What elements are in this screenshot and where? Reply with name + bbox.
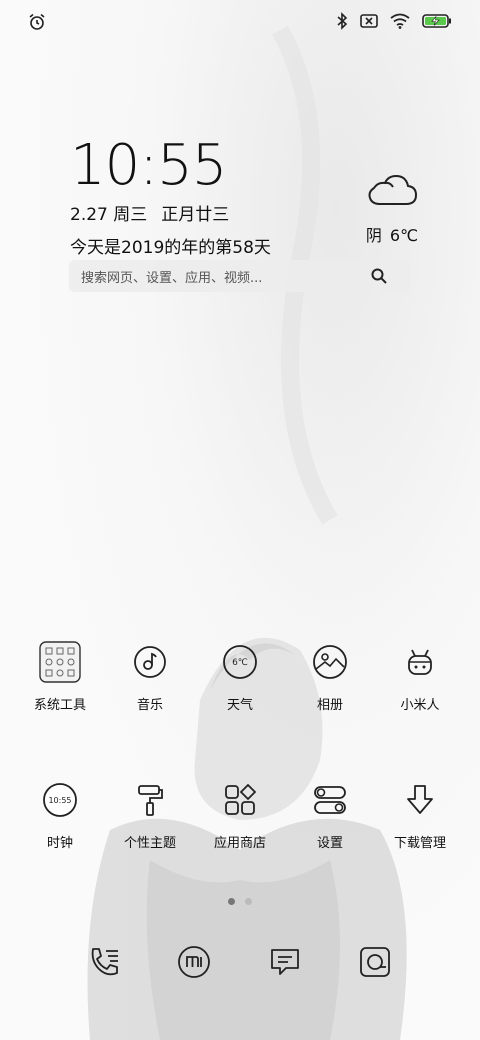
weather-icon: 6℃ [218,640,262,684]
page-dot [245,898,252,905]
app-label: 下载管理 [393,836,446,851]
gallery-icon [308,640,352,684]
lunar-date: 正月廿三 [161,205,230,225]
wifi-icon [390,13,410,29]
app-weather[interactable]: 6℃ 天气 [195,640,285,713]
search-placeholder: 搜索网页、设置、应用、视频... [81,271,263,286]
app-clock[interactable]: 10:55 时钟 [15,778,105,851]
app-label: 应用商店 [213,836,266,851]
app-row-2: 10:55 时钟 个性主题 应用商店 设置 下载管理 [0,778,480,888]
mi-browser-icon [177,945,211,983]
dock-browser[interactable] [174,944,214,984]
messages-icon [268,945,302,983]
app-music[interactable]: 音乐 [105,640,195,713]
settings-icon [308,778,352,822]
app-label: 设置 [316,836,343,851]
page-dot-active [228,898,235,905]
dock-camera[interactable] [355,944,395,984]
weather-app-temp: 6℃ [232,658,248,668]
mi-bunny-icon [398,640,442,684]
cloud-icon [366,174,418,214]
camera-icon [358,945,392,983]
app-label: 系统工具 [33,698,86,713]
dock-messages[interactable] [265,944,305,984]
weather-condition: 阴 [365,226,382,245]
app-label: 小米人 [400,698,440,713]
dock-phone[interactable] [84,944,124,984]
app-mi-bunny[interactable]: 小米人 [375,640,465,713]
app-label: 相册 [316,698,343,713]
alarm-icon [28,13,46,31]
date: 2.27 周三 [70,205,148,225]
app-label: 个性主题 [123,836,176,851]
app-row-1: 系统工具 音乐 6℃ 天气 相册 小米人 [0,640,480,750]
app-system-tools[interactable]: 系统工具 [15,640,105,713]
battery-charging-icon [422,14,452,28]
clock-app-time: 10:55 [48,796,71,805]
themes-icon [128,778,172,822]
page-indicator [0,898,480,905]
app-settings[interactable]: 设置 [285,778,375,851]
dock [0,944,480,988]
search-icon[interactable] [371,268,387,288]
status-bar [0,0,480,44]
weather-widget[interactable]: 阴 6℃ [360,170,424,246]
app-store[interactable]: 应用商店 [195,778,285,851]
app-themes[interactable]: 个性主题 [105,778,195,851]
search-bar[interactable]: 搜索网页、设置、应用、视频... [69,260,411,292]
app-label: 时钟 [46,836,73,851]
app-label: 音乐 [136,698,163,713]
system-tools-folder-icon [38,640,82,684]
weather-temp: 6℃ [389,226,419,245]
app-downloads[interactable]: 下载管理 [375,778,465,851]
bluetooth-icon [336,12,348,30]
app-store-icon [218,778,262,822]
music-icon [128,640,172,684]
app-gallery[interactable]: 相册 [285,640,375,713]
app-label: 天气 [226,698,253,713]
clock-icon: 10:55 [38,778,82,822]
downloads-icon [398,778,442,822]
sim-off-icon [360,13,378,29]
phone-icon [87,945,121,983]
